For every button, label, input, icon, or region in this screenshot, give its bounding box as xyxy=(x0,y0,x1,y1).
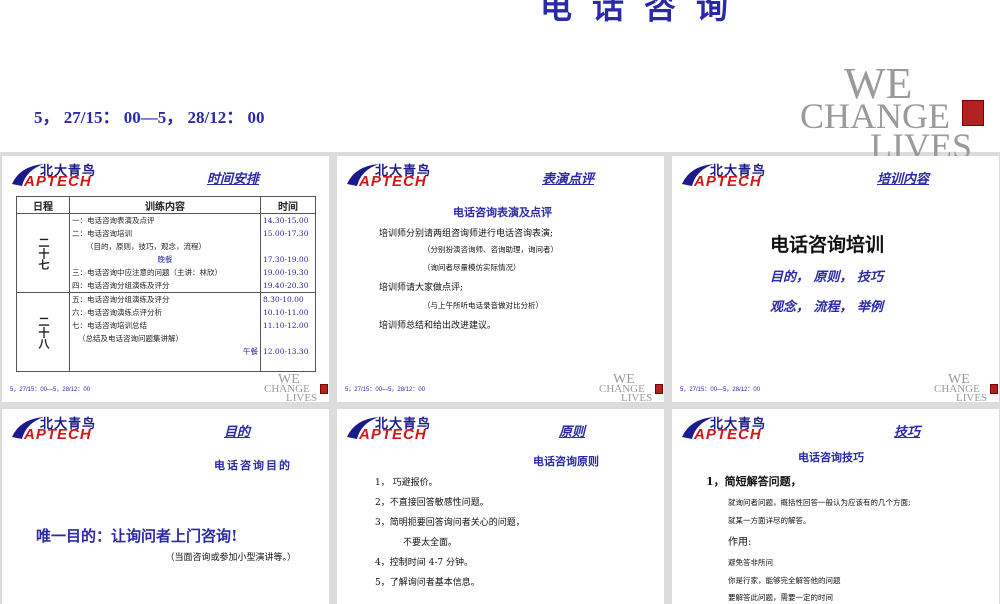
skill-effect: 避免答非所问 xyxy=(728,558,773,567)
header-day: 日程 xyxy=(16,196,70,214)
aptech-logo: 北大青鸟 APTECH xyxy=(10,413,118,443)
principle-item: 3，简明扼要回答询问者关心的问题， xyxy=(375,518,525,528)
text-line: 培训师分别请两组咨询师进行电话咨询表演; xyxy=(379,229,554,239)
goal-note: （当面咨询或参加小型演讲等。） xyxy=(165,553,296,563)
text-note: （与上午所听电话录音做对比分析） xyxy=(423,301,543,310)
slide-title: 技巧 xyxy=(894,425,921,440)
we-change-lives-logo: WE CHANGE LIVES xyxy=(599,372,653,402)
seal-icon xyxy=(655,384,663,394)
header-content: 训练内容 xyxy=(69,196,261,214)
topic-line: 观念， 流程， 举例 xyxy=(770,300,884,315)
cover-top: 电话咨询 5， 27/15： 00—5， 28/12： 00 WE CHANGE… xyxy=(0,0,1000,163)
slide-content[interactable]: 北大青鸟 APTECH 培训内容 电话咨询培训 目的， 原则， 技巧 观念， 流… xyxy=(672,156,999,402)
skill-effect-label: 作用: xyxy=(728,537,752,548)
we-change-lives-logo: WE CHANGE LIVES xyxy=(800,59,972,166)
aptech-logo: 北大青鸟 APTECH xyxy=(345,160,453,190)
section-heading: 电话咨询培训 xyxy=(770,234,885,256)
principle-item: 4，控制时间 4-7 分钟。 xyxy=(375,558,473,568)
skill-point: 1，简短解答问题， xyxy=(706,475,802,488)
seal-icon xyxy=(320,384,328,394)
slide-schedule[interactable]: 北大青鸟 APTECH 时间安排 日程 训练内容 时间 二十七 一：电话咨询表演… xyxy=(2,156,329,402)
day-27: 二十七 xyxy=(16,213,70,293)
aptech-logo: 北大青鸟 APTECH xyxy=(680,160,788,190)
section-heading: 电话咨询技巧 xyxy=(798,451,864,464)
skill-effect: 你是行家，能够完全解答他的问题 xyxy=(728,576,841,585)
cover-date: 5， 27/15： 00—5， 28/12： 00 xyxy=(34,108,265,127)
day2-times: 8.30-10.00 10.10-11.00 11.10-12.00 12.00… xyxy=(260,292,316,372)
slide-title: 表演点评 xyxy=(542,172,595,187)
cover-title: 电话咨询 xyxy=(540,0,749,26)
skill-desc: 就某一方面详尽的解答。 xyxy=(728,516,811,525)
slide-principle[interactable]: 北大青鸟 APTECH 原则 电话咨询原则 1， 巧避报价。 2，不直接回答敏感… xyxy=(337,409,664,604)
main-goal: 唯一目的：让询问者上门咨询! xyxy=(36,527,238,545)
principle-item: 5，了解询问者基本信息。 xyxy=(375,578,480,588)
seal-icon xyxy=(962,100,984,126)
text-note: （询问者尽量模仿实际情况） xyxy=(423,263,521,272)
footer-date: 5，27/15：00—5，28/12：00 xyxy=(345,387,426,393)
we-change-lives-logo: WE CHANGE LIVES xyxy=(934,372,988,402)
slide-title: 原则 xyxy=(559,425,586,440)
aptech-logo: 北大青鸟 APTECH xyxy=(680,413,788,443)
aptech-logo: 北大青鸟 APTECH xyxy=(10,160,118,190)
we-change-lives-logo: WE CHANGE LIVES xyxy=(264,372,318,402)
slide-performance[interactable]: 北大青鸟 APTECH 表演点评 电话咨询表演及点评 培训师分别请两组咨询师进行… xyxy=(337,156,664,402)
skill-effect: 要解答此问题，需要一定的时间 xyxy=(728,593,833,602)
topic-line: 目的， 原则， 技巧 xyxy=(770,270,884,285)
day2-contents: 五：电话咨询分组演练及评分 六：电话咨询演练点评分析 七：电话咨询培训总结 （总… xyxy=(69,292,261,372)
slide-title: 培训内容 xyxy=(877,172,930,187)
section-heading: 电话咨询原则 xyxy=(533,455,599,468)
text-line: 培训师总结和给出改进建议。 xyxy=(379,321,497,331)
footer-date: 5，27/15：00—5，28/12：00 xyxy=(10,387,91,393)
seal-icon xyxy=(990,384,998,394)
aptech-logo: 北大青鸟 APTECH xyxy=(345,413,453,443)
text-note: （分别扮演咨询师、咨询助理，询问者） xyxy=(423,245,558,254)
principle-item: 不要太全面。 xyxy=(403,538,458,548)
header-time: 时间 xyxy=(260,196,316,214)
section-heading: 电话咨询目的 xyxy=(214,459,292,472)
day-28: 二十八 xyxy=(16,292,70,372)
principle-item: 1， 巧避报价。 xyxy=(375,478,438,488)
skill-desc: 就询问者问题，概括性回答一般认为应该有的几个方面; xyxy=(728,498,911,507)
day1-contents: 一：电话咨询表演及点评 二：电话咨询培训 （目的，原则，技巧，观念，流程） 晚餐… xyxy=(69,213,261,293)
day1-times: 14.30-15.00 15.00-17.30 17.30-19.00 19.0… xyxy=(260,213,316,293)
slide-purpose[interactable]: 北大青鸟 APTECH 目的 电话咨询目的 唯一目的：让询问者上门咨询! （当面… xyxy=(2,409,329,604)
slide-title: 时间安排 xyxy=(207,172,260,187)
text-line: 培训师请大家做点评; xyxy=(379,283,464,293)
slide-title: 目的 xyxy=(224,425,251,440)
principle-item: 2，不直接回答敏感性问题。 xyxy=(375,498,489,508)
schedule-table: 日程 训练内容 时间 二十七 一：电话咨询表演及点评 二：电话咨询培训 （目的，… xyxy=(16,196,316,372)
slide-skill[interactable]: 北大青鸟 APTECH 技巧 电话咨询技巧 1，简短解答问题， 就询问者问题，概… xyxy=(672,409,999,604)
footer-date: 5，27/15：00—5，28/12：00 xyxy=(680,387,761,393)
section-heading: 电话咨询表演及点评 xyxy=(453,206,552,219)
